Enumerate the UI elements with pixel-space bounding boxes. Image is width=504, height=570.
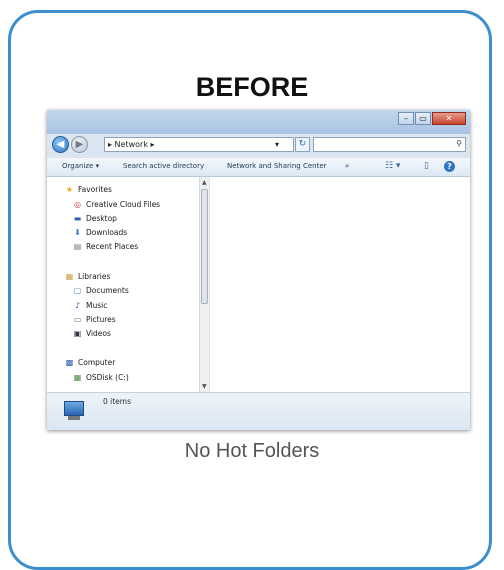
refresh-icon[interactable]: ↻: [295, 137, 310, 152]
close-button[interactable]: ✕: [432, 112, 466, 125]
scroll-up-icon[interactable]: ▲: [202, 179, 207, 186]
nav-scrollbar[interactable]: ▲ ▼: [199, 177, 209, 392]
heading: BEFORE: [195, 72, 309, 102]
nav-item-label: Recent Places: [86, 242, 139, 251]
more-commands-button[interactable]: »: [345, 162, 349, 170]
address-path: ▸ Network ▸: [108, 140, 155, 149]
scroll-down-icon[interactable]: ▼: [202, 383, 207, 390]
nav-item-creative-cloud-files[interactable]: ◎ Creative Cloud Files: [72, 200, 160, 209]
views-icon[interactable]: ☷ ▾: [385, 161, 400, 171]
explorer-window: – ▭ ✕ ◀ ▶ ▸ Network ▸ ▾ ↻ ⚲ Organize ▾ S…: [47, 110, 470, 430]
documents-icon: ▢: [73, 286, 82, 295]
drive-icon: ▦: [73, 373, 82, 382]
forward-button[interactable]: ▶: [71, 136, 88, 153]
nav-item-label: Downloads: [86, 228, 128, 237]
recent-places-icon: ▤: [73, 242, 82, 251]
desktop-icon: ▬: [73, 214, 82, 223]
nav-item-label: Documents: [86, 286, 129, 295]
nav-item-label: Pictures: [86, 315, 116, 324]
favorites-star-icon: ★: [65, 185, 74, 194]
search-active-directory-button[interactable]: Search active directory: [123, 162, 204, 170]
pictures-icon: ▭: [73, 315, 82, 324]
nav-item-label: Creative Cloud Files: [86, 200, 161, 209]
creative-cloud-icon: ◎: [74, 200, 81, 209]
nav-item-label: Desktop: [86, 214, 117, 223]
nav-group-libraries[interactable]: ▦ Libraries: [64, 272, 111, 281]
title-bar: – ▭ ✕: [47, 110, 470, 134]
preview-pane-icon[interactable]: ▯: [424, 161, 429, 171]
nav-item-videos[interactable]: ▣ Videos: [72, 329, 111, 338]
nav-item-label: Music: [86, 301, 108, 310]
nav-item-label: OSDisk (C:): [86, 373, 129, 382]
search-icon[interactable]: ⚲: [456, 139, 462, 148]
nav-group-favorites[interactable]: ★ Favorites: [64, 185, 112, 194]
nav-item-desktop[interactable]: ▬ Desktop: [72, 214, 117, 223]
item-count: 0 items: [103, 397, 132, 406]
libraries-icon: ▦: [65, 272, 74, 281]
maximize-button[interactable]: ▭: [415, 112, 431, 125]
music-icon: ♪: [74, 301, 81, 310]
minimize-button[interactable]: –: [398, 112, 414, 125]
navigation-pane: ★ Favorites ◎ Creative Cloud Files ▬ Deskto…: [47, 177, 199, 392]
command-toolbar: Organize ▾ Search active directory Netwo…: [47, 158, 470, 177]
file-list-pane[interactable]: [210, 177, 470, 392]
nav-item-pictures[interactable]: ▭ Pictures: [72, 315, 116, 324]
scroll-thumb[interactable]: [201, 189, 208, 304]
search-input[interactable]: ⚲: [313, 137, 466, 152]
caption: No Hot Folders: [184, 440, 320, 462]
address-row: ◀ ▶ ▸ Network ▸ ▾ ↻ ⚲: [47, 134, 470, 156]
computer-icon: ▩: [65, 358, 74, 367]
nav-item-recent-places[interactable]: ▤ Recent Places: [72, 242, 138, 251]
videos-icon: ▣: [73, 329, 82, 338]
help-icon[interactable]: ?: [444, 161, 455, 172]
address-bar[interactable]: ▸ Network ▸ ▾: [104, 137, 294, 152]
network-sharing-center-button[interactable]: Network and Sharing Center: [227, 162, 327, 170]
nav-group-label: Computer: [78, 358, 116, 367]
nav-item-label: Videos: [86, 329, 111, 338]
nav-group-label: Favorites: [78, 185, 112, 194]
details-pane: 0 items: [47, 392, 470, 430]
nav-item-osdisk[interactable]: ▦ OSDisk (C:): [72, 373, 129, 382]
back-button[interactable]: ◀: [52, 136, 69, 153]
downloads-icon: ⬇: [74, 228, 81, 237]
nav-group-label: Libraries: [78, 272, 111, 281]
nav-item-music[interactable]: ♪ Music: [72, 301, 107, 310]
organize-button[interactable]: Organize ▾: [62, 162, 99, 170]
nav-item-downloads[interactable]: ⬇ Downloads: [72, 228, 127, 237]
address-dropdown-icon[interactable]: ▾: [275, 138, 279, 151]
nav-item-documents[interactable]: ▢ Documents: [72, 286, 129, 295]
network-folder-icon: [64, 401, 84, 420]
nav-group-computer[interactable]: ▩ Computer: [64, 358, 116, 367]
